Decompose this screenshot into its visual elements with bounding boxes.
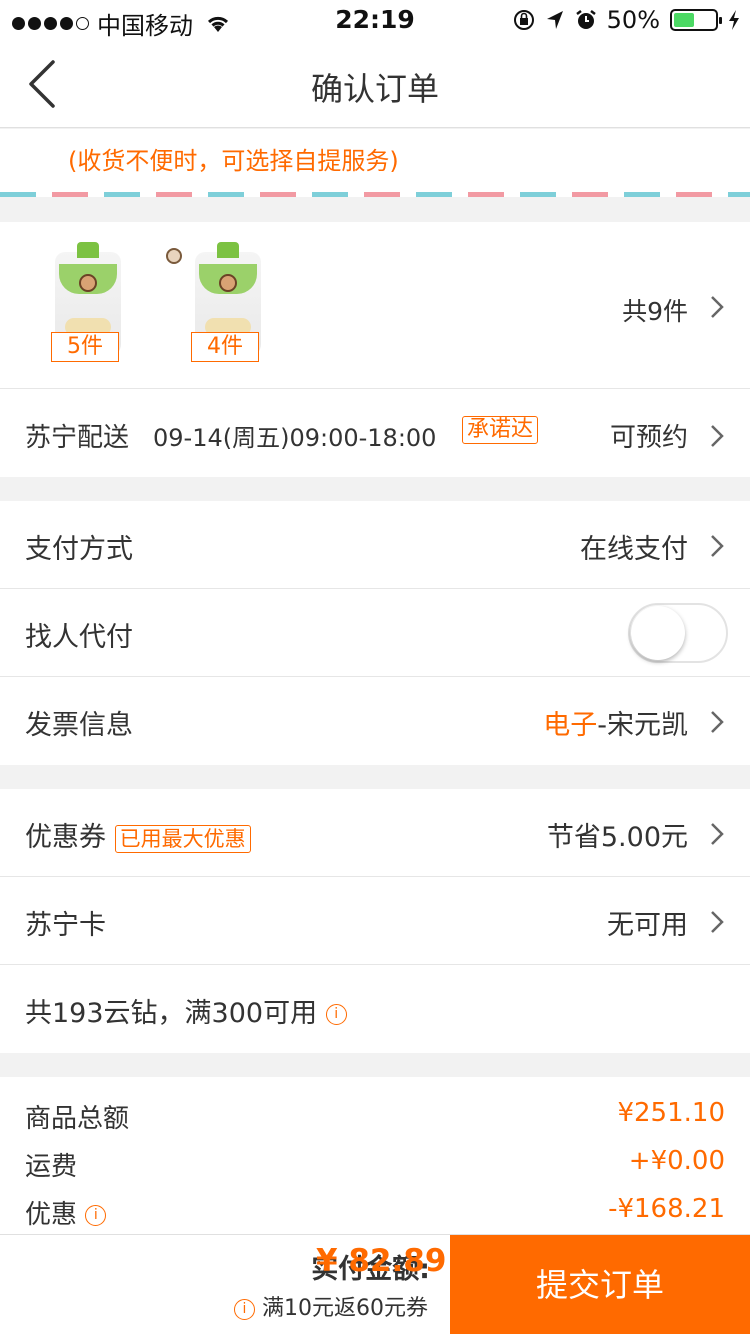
product-item[interactable]: 4件 <box>170 242 280 362</box>
toggle-knob <box>631 606 685 660</box>
product-item[interactable]: 5件 <box>30 242 140 362</box>
invoice-value: 电子-宋元凯 <box>543 703 688 742</box>
page-title: 确认订单 <box>310 70 439 108</box>
discount-amount: -¥168.21 <box>608 1194 725 1224</box>
pay-amount-value: ¥ 82.89 <box>316 1243 447 1279</box>
coupon-value: 节省5.00元 <box>546 822 688 853</box>
battery-percent: 50% <box>606 6 660 34</box>
chevron-right-icon <box>711 711 724 733</box>
discounts-section: 优惠券 已用最大优惠 节省5.00元 苏宁卡 无可用 共193云钻，满300可用… <box>0 789 750 1053</box>
invoice-row[interactable]: 发票信息 电子-宋元凯 <box>0 677 750 765</box>
proxy-pay-row: 找人代付 <box>0 589 750 677</box>
suning-card-label: 苏宁卡 <box>25 910 106 941</box>
proxy-pay-toggle[interactable] <box>628 603 728 663</box>
battery-level <box>674 13 694 27</box>
goods-total-label: 商品总额 <box>25 1104 130 1134</box>
chevron-right-icon <box>711 296 724 318</box>
coupon-label-group: 优惠券 已用最大优惠 <box>25 815 251 854</box>
location-icon <box>546 11 563 29</box>
price-summary: 商品总额 ¥251.10 运费 +¥0.00 优惠 i -¥168.21 <box>0 1077 750 1237</box>
pickup-tip-banner[interactable]: (收货不便时，可选择自提服务) <box>0 129 750 197</box>
cashback-promo: i 满10元返60元券 <box>234 1290 428 1322</box>
discount-row: 优惠 i -¥168.21 <box>0 1191 750 1231</box>
coupon-row[interactable]: 优惠券 已用最大优惠 节省5.00元 <box>0 789 750 877</box>
discount-label-group: 优惠 i <box>25 1194 107 1231</box>
payment-method-row[interactable]: 支付方式 在线支付 <box>0 501 750 589</box>
info-icon[interactable]: i <box>234 1298 255 1320</box>
alarm-icon <box>575 10 596 29</box>
goods-total-amount: ¥251.10 <box>617 1098 725 1128</box>
chevron-right-icon <box>711 911 724 933</box>
discount-label: 优惠 <box>25 1200 78 1230</box>
delivery-status: 可预约 <box>609 423 688 453</box>
proxy-pay-label: 找人代付 <box>25 622 133 653</box>
delivery-label: 苏宁配送 <box>25 423 130 453</box>
nav-bar: 确认订单 <box>0 40 750 128</box>
invoice-name: -宋元凯 <box>597 710 688 741</box>
cloud-diamond-row: 共193云钻，满300可用 i <box>0 965 750 1053</box>
suning-card-row[interactable]: 苏宁卡 无可用 <box>0 877 750 965</box>
info-icon[interactable]: i <box>85 1205 107 1226</box>
delivery-time: 09-14(周五)09:00-18:00 <box>153 424 437 452</box>
lock-rotation-icon <box>513 10 534 30</box>
cashback-promo-text: 满10元返60元券 <box>262 1296 428 1321</box>
charging-icon <box>729 10 739 30</box>
coupon-label: 优惠券 <box>25 822 106 853</box>
coupon-best-badge: 已用最大优惠 <box>114 825 251 853</box>
suning-card-value: 无可用 <box>607 910 688 941</box>
info-icon[interactable]: i <box>325 1004 347 1025</box>
submit-order-button[interactable]: 提交订单 <box>450 1235 750 1334</box>
goods-total-row: 商品总额 ¥251.10 <box>0 1095 750 1135</box>
shipping-row: 运费 +¥0.00 <box>0 1143 750 1183</box>
payment-section: 支付方式 在线支付 找人代付 发票信息 电子-宋元凯 <box>0 501 750 765</box>
invoice-label: 发票信息 <box>25 710 133 741</box>
checkout-footer: 实付金额: ¥ 82.89 i 满10元返60元券 提交订单 <box>0 1234 750 1334</box>
chevron-right-icon <box>711 535 724 557</box>
payment-method-value: 在线支付 <box>580 534 688 565</box>
chevron-right-icon <box>711 823 724 845</box>
delivery-promise-badge: 承诺达 <box>462 416 539 444</box>
address-stripe-divider <box>0 192 750 197</box>
products-section[interactable]: 5件 4件 共9件 苏宁配送 09-14(周五)09:00-18:00 承诺达 … <box>0 222 750 477</box>
shipping-label: 运费 <box>25 1152 78 1182</box>
product-count-tag: 4件 <box>191 332 259 362</box>
cloud-diamond-group: 共193云钻，满300可用 i <box>25 991 347 1030</box>
pickup-tip-text: (收货不便时，可选择自提服务) <box>68 147 399 175</box>
status-bar: 中国移动 22:19 50% <box>0 0 750 40</box>
product-count-tag: 5件 <box>51 332 119 362</box>
status-right: 50% <box>513 6 740 34</box>
battery-icon <box>670 9 722 31</box>
chevron-right-icon <box>711 425 724 447</box>
delivery-row[interactable]: 苏宁配送 09-14(周五)09:00-18:00 承诺达 可预约 <box>0 388 750 476</box>
invoice-type: 电子 <box>543 710 598 741</box>
product-total-count: 共9件 <box>622 297 688 326</box>
shipping-amount: +¥0.00 <box>628 1146 725 1176</box>
payment-method-label: 支付方式 <box>25 534 133 565</box>
cloud-diamond-text: 共193云钻，满300可用 <box>25 998 318 1029</box>
